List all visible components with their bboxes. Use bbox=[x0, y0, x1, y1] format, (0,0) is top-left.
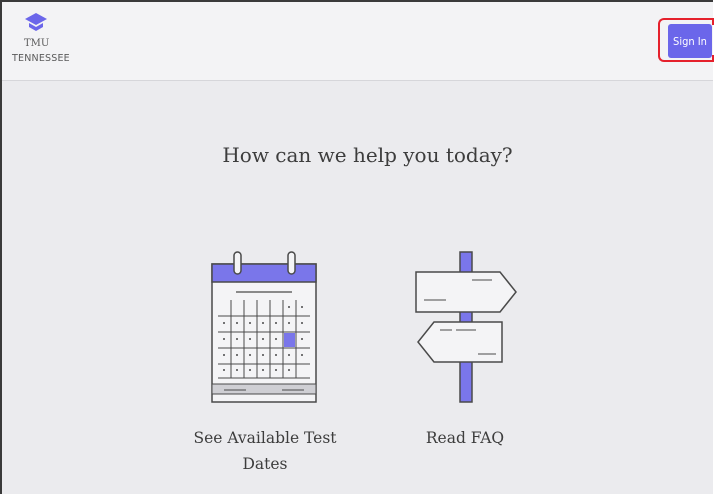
faq-card[interactable]: Read FAQ bbox=[400, 245, 530, 480]
logo-subtitle: TENNESSEE bbox=[12, 53, 70, 64]
graduation-cap-icon bbox=[25, 13, 47, 31]
calendar-icon bbox=[211, 251, 317, 403]
sign-in-button[interactable]: Sign In bbox=[668, 24, 712, 58]
page-headline: How can we help you today? bbox=[222, 143, 513, 167]
test-dates-card[interactable]: See Available Test Dates bbox=[190, 245, 340, 480]
logo-title: TMU bbox=[24, 38, 50, 49]
signpost-icon bbox=[415, 251, 517, 403]
test-dates-label: See Available Test Dates bbox=[193, 429, 337, 473]
faq-label: Read FAQ bbox=[425, 429, 505, 447]
site-header: TMU TENNESSEE bbox=[2, 2, 713, 81]
